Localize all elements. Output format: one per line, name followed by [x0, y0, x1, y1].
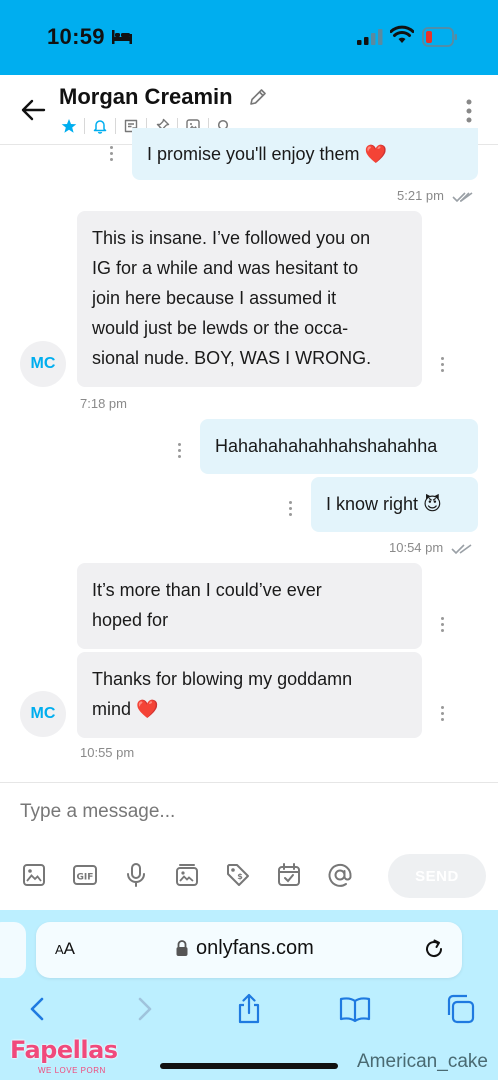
message-bubble-outgoing[interactable]: I know right 😈: [311, 477, 478, 532]
timestamp-text: 10:54 pm: [389, 540, 444, 555]
avatar[interactable]: MC: [20, 341, 66, 387]
divider: [115, 118, 116, 134]
tabs-icon[interactable]: [444, 993, 476, 1025]
media-vault-icon[interactable]: [173, 861, 201, 889]
read-receipt-icon: [451, 543, 472, 554]
message-bubble-incoming[interactable]: It’s more than I could’ve ever hoped for: [77, 563, 422, 649]
message-line: sional nude. BOY, WAS I WRONG.: [92, 348, 372, 368]
message-options-icon[interactable]: [439, 617, 445, 635]
watermark-logo: Fapellas: [10, 1036, 118, 1064]
battery-low-icon: [422, 27, 457, 47]
cellular-signal-icon: [357, 29, 383, 45]
lock-icon: [176, 940, 188, 956]
message-timestamp: 10:54 pm: [389, 540, 473, 555]
address-bar[interactable]: AAAA onlyfans.com: [36, 922, 462, 978]
status-bar: 10:59: [0, 0, 498, 75]
calendar-icon[interactable]: [275, 861, 303, 889]
bell-icon[interactable]: [91, 117, 109, 135]
previous-tab-preview[interactable]: [0, 922, 26, 978]
message-line: It’s more than I could’ve ever: [92, 580, 322, 600]
message-timestamp: 10:55 pm: [80, 745, 135, 760]
more-vertical-icon[interactable]: [462, 98, 476, 124]
message-options-icon[interactable]: [439, 357, 445, 375]
message-timestamp: 7:18 pm: [80, 396, 127, 411]
message-bubble-incoming[interactable]: This is insane. I’ve followed you on IG …: [77, 211, 422, 387]
star-icon[interactable]: [60, 117, 78, 135]
price-tag-icon[interactable]: $: [224, 861, 252, 889]
message-line: IG for a while and was hesitant to: [92, 258, 359, 278]
image-icon[interactable]: [20, 861, 48, 889]
message-timestamp: 5:21 pm: [397, 188, 474, 203]
send-button[interactable]: SEND: [388, 854, 486, 898]
svg-text:GIF: GIF: [77, 873, 94, 883]
message-bubble-outgoing[interactable]: I promise you'll enjoy them ❤️: [132, 128, 478, 180]
message-composer: GIF $ SEND: [0, 782, 498, 910]
pencil-icon[interactable]: [248, 87, 268, 107]
message-line: Thanks for blowing my goddamn: [92, 669, 353, 689]
status-time: 10:59: [47, 24, 105, 49]
message-input[interactable]: [20, 797, 380, 827]
message-line: hoped for: [92, 610, 169, 630]
message-text: I know right 😈: [326, 494, 442, 514]
message-line: would just be lewds or the occa-: [92, 318, 349, 338]
back-chevron-icon[interactable]: [22, 993, 54, 1025]
message-line: mind ❤️: [92, 699, 159, 719]
message-line: join here because I assumed it: [92, 288, 337, 308]
svg-text:$: $: [237, 872, 243, 881]
message-text: I promise you'll enjoy them ❤️: [147, 144, 387, 164]
read-receipt-icon: [452, 191, 473, 202]
home-indicator: [160, 1063, 338, 1069]
message-options-icon[interactable]: [287, 501, 293, 519]
message-options-icon[interactable]: [439, 706, 445, 724]
divider: [84, 118, 85, 134]
watermark-tagline: WE LOVE PORN: [38, 1066, 106, 1075]
avatar[interactable]: MC: [20, 691, 66, 737]
bed-icon: [112, 30, 132, 44]
chat-contact-name[interactable]: Morgan Creamin: [59, 84, 233, 110]
microphone-icon[interactable]: [122, 861, 150, 889]
message-line: This is insane. I’ve followed you on: [92, 228, 371, 248]
forward-chevron-icon[interactable]: [128, 993, 160, 1025]
url-text: onlyfans.com: [196, 937, 314, 959]
message-text: Hahahahahahhahshahahha: [215, 436, 438, 456]
watermark-username: American_cake: [357, 1051, 488, 1072]
wifi-icon: [390, 25, 414, 43]
bookmarks-icon[interactable]: [339, 993, 371, 1025]
reload-icon[interactable]: [423, 938, 445, 960]
gif-icon[interactable]: GIF: [71, 861, 99, 889]
timestamp-text: 5:21 pm: [397, 188, 444, 203]
composer-toolbar: GIF $: [20, 861, 377, 889]
message-bubble-outgoing[interactable]: Hahahahahahhahshahahha: [200, 419, 478, 474]
message-options-icon[interactable]: [176, 443, 182, 461]
share-icon[interactable]: [233, 993, 265, 1025]
message-options-icon[interactable]: [108, 146, 114, 164]
reader-settings-button[interactable]: AAAA: [55, 939, 75, 959]
at-mention-icon[interactable]: [326, 861, 354, 889]
back-arrow-icon[interactable]: [20, 97, 46, 123]
message-bubble-incoming[interactable]: Thanks for blowing my goddamn mind ❤️: [77, 652, 422, 738]
